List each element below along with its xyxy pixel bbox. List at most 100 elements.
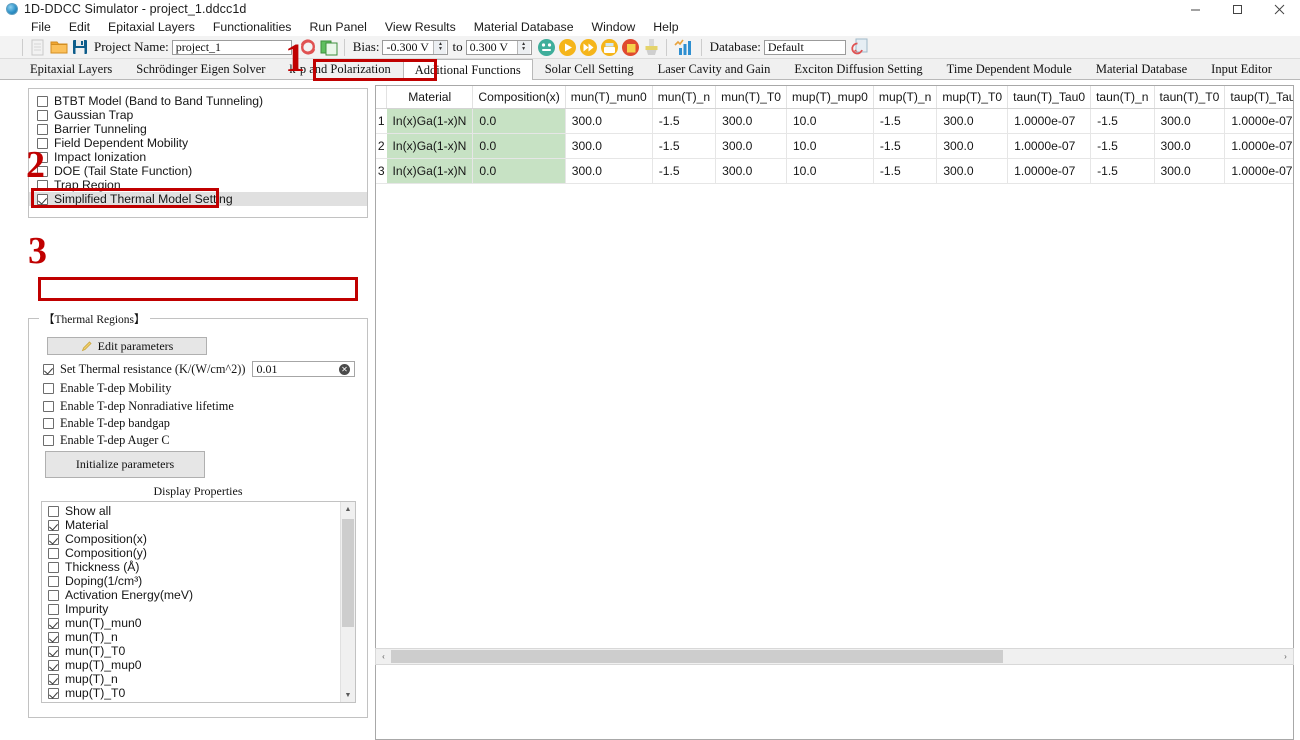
display-property-composition-x[interactable]: Composition(x) (42, 532, 340, 546)
table-row[interactable]: 3 In(x)Ga(1-x)N 0.0 300.0 -1.5 300.0 10.… (376, 158, 1293, 184)
checkbox-box[interactable] (37, 137, 48, 149)
scroll-left-icon[interactable]: ‹ (376, 649, 391, 664)
checkbox-impact-ionization[interactable]: Impact Ionization (29, 150, 367, 164)
close-button[interactable] (1258, 0, 1300, 18)
cell-mup-t-t0[interactable]: 300.0 (936, 108, 1009, 134)
checkbox-box[interactable] (43, 400, 54, 412)
refresh-icon[interactable] (298, 37, 319, 57)
cell-taun-t-t0[interactable]: 300.0 (1154, 108, 1226, 134)
checkbox-box[interactable] (48, 547, 59, 559)
tab-material-database[interactable]: Material Database (1083, 59, 1200, 79)
checkbox-box[interactable] (43, 434, 54, 446)
tab-solar-cell-setting[interactable]: Solar Cell Setting (532, 59, 646, 79)
display-property-mup-t-n[interactable]: mup(T)_n (42, 672, 340, 686)
cell-taun-t-n[interactable]: -1.5 (1090, 108, 1155, 134)
col-material[interactable]: Material (386, 86, 474, 109)
display-property-doping[interactable]: Doping(1/cm³) (42, 574, 340, 588)
cell-taun-t-t0[interactable]: 300.0 (1154, 133, 1226, 159)
display-property-thickness[interactable]: Thickness (Å) (42, 560, 340, 574)
scroll-right-icon[interactable]: › (1278, 649, 1293, 664)
cell-mup-t-n[interactable]: -1.5 (873, 108, 938, 134)
checkbox-box[interactable] (37, 179, 48, 191)
checkbox-box[interactable] (37, 165, 48, 177)
copy-window-icon[interactable] (319, 37, 340, 57)
cell-mup-t-mup0[interactable]: 10.0 (786, 133, 874, 159)
table-row[interactable]: 2 In(x)Ga(1-x)N 0.0 300.0 -1.5 300.0 10.… (376, 133, 1293, 159)
database-refresh-icon[interactable] (850, 37, 871, 57)
display-property-show-all[interactable]: Show all (42, 504, 340, 518)
save-disk-icon[interactable] (69, 37, 90, 57)
checkbox-box[interactable] (48, 519, 59, 531)
checkbox-box[interactable] (48, 673, 59, 685)
material-parameters-table-panel[interactable]: Material Composition(x) mun(T)_mun0 mun(… (375, 85, 1294, 740)
scrollbar-track[interactable] (391, 649, 1278, 664)
checkbox-box[interactable] (48, 687, 59, 699)
set-thermal-resistance-row[interactable]: Set Thermal resistance (K/(W/cm^2)) 0.01… (43, 361, 355, 377)
display-property-mup-t-t0[interactable]: mup(T)_T0 (42, 686, 340, 700)
checkbox-box[interactable] (48, 575, 59, 587)
menu-file[interactable]: File (22, 18, 60, 36)
checkbox-box[interactable] (48, 533, 59, 545)
cell-mun-t-mun0[interactable]: 300.0 (565, 158, 653, 184)
checkbox-enable-t-dep-mobility[interactable]: Enable T-dep Mobility (43, 381, 171, 395)
checkbox-trap-region[interactable]: Trap Region (29, 178, 367, 192)
cell-mun-t-mun0[interactable]: 300.0 (565, 133, 653, 159)
checkbox-box[interactable] (37, 193, 48, 205)
checkbox-box[interactable] (43, 417, 54, 429)
col-composition-x[interactable]: Composition(x) (472, 86, 566, 109)
scrollbar-thumb[interactable] (391, 650, 1004, 663)
initialize-parameters-button[interactable]: Initialize parameters (45, 451, 205, 478)
display-property-composition-y[interactable]: Composition(y) (42, 546, 340, 560)
checkbox-box[interactable] (48, 561, 59, 573)
cell-mup-t-mup0[interactable]: 10.0 (786, 158, 874, 184)
checkbox-box[interactable] (43, 382, 54, 394)
cell-material[interactable]: In(x)Ga(1-x)N (386, 108, 474, 134)
scrollbar-thumb[interactable] (341, 519, 354, 627)
checkbox-box[interactable] (48, 505, 59, 517)
cell-mun-t-t0[interactable]: 300.0 (715, 133, 787, 159)
col-taun-t-tau0[interactable]: taun(T)_Tau0 (1007, 86, 1092, 109)
bias-to-input[interactable] (466, 40, 517, 54)
col-taun-t-t0[interactable]: taun(T)_T0 (1154, 86, 1226, 109)
display-property-activation-energy[interactable]: Activation Energy(meV) (42, 588, 340, 602)
display-properties-scrollbar[interactable]: ▲ ▼ (340, 502, 355, 702)
cell-mun-t-n[interactable]: -1.5 (652, 158, 717, 184)
checkbox-doe-tail-state-function[interactable]: DOE (Tail State Function) (29, 164, 367, 178)
database-input[interactable]: Default (763, 39, 846, 55)
display-property-mun-t-mun0[interactable]: mun(T)_mun0 (42, 616, 340, 630)
thermal-resistance-input[interactable]: 0.01 ✕ (251, 361, 355, 377)
menu-epitaxial-layers[interactable]: Epitaxial Layers (99, 18, 204, 36)
settings-gear-icon[interactable] (536, 37, 557, 57)
checkbox-box[interactable] (37, 151, 48, 163)
checkbox-field-dependent-mobility[interactable]: Field Dependent Mobility (29, 136, 367, 150)
menu-functionalities[interactable]: Functionalities (204, 18, 301, 36)
col-mup-t-mup0[interactable]: mup(T)_mup0 (786, 86, 874, 109)
cell-taun-t-n[interactable]: -1.5 (1090, 133, 1155, 159)
checkbox-btbt-model[interactable]: BTBT Model (Band to Band Tunneling) (29, 94, 367, 108)
run-fast-forward-icon[interactable] (578, 37, 599, 57)
cell-taup-t-tau0[interactable]: 1.0000e-07 (1224, 133, 1293, 159)
scroll-up-icon[interactable]: ▲ (341, 502, 356, 516)
tab-time-dependent-module[interactable]: Time Dependent Module (934, 59, 1084, 79)
export-icon[interactable] (599, 37, 620, 57)
display-property-mup-t-mup0[interactable]: mup(T)_mup0 (42, 658, 340, 672)
maximize-button[interactable] (1216, 0, 1258, 18)
checkbox-enable-t-dep-bandgap[interactable]: Enable T-dep bandgap (43, 416, 170, 430)
cell-composition-x[interactable]: 0.0 (472, 133, 566, 159)
tab-schrodinger-eigen-solver[interactable]: Schrödinger Eigen Solver (124, 59, 278, 79)
tab-additional-functions[interactable]: Additional Functions (402, 59, 533, 80)
checkbox-enable-t-dep-auger-c[interactable]: Enable T-dep Auger C (43, 433, 170, 447)
checkbox-box[interactable] (48, 701, 59, 702)
cell-taup-t-tau0[interactable]: 1.0000e-07 (1224, 108, 1293, 134)
menu-edit[interactable]: Edit (60, 18, 99, 36)
cell-mun-t-t0[interactable]: 300.0 (715, 108, 787, 134)
cell-taun-t-tau0[interactable]: 1.0000e-07 (1007, 158, 1092, 184)
tab-kp-and-polarization[interactable]: k·p and Polarization (277, 59, 403, 79)
cell-taun-t-t0[interactable]: 300.0 (1154, 158, 1226, 184)
checkbox-box[interactable] (37, 123, 48, 135)
checkbox-enable-t-dep-nonradiative-lifetime[interactable]: Enable T-dep Nonradiative lifetime (43, 399, 234, 413)
cell-mup-t-n[interactable]: -1.5 (873, 133, 938, 159)
edit-parameters-button[interactable]: Edit parameters (47, 337, 207, 355)
table-row[interactable]: 1 In(x)Ga(1-x)N 0.0 300.0 -1.5 300.0 10.… (376, 108, 1293, 134)
checkbox-box[interactable] (48, 645, 59, 657)
